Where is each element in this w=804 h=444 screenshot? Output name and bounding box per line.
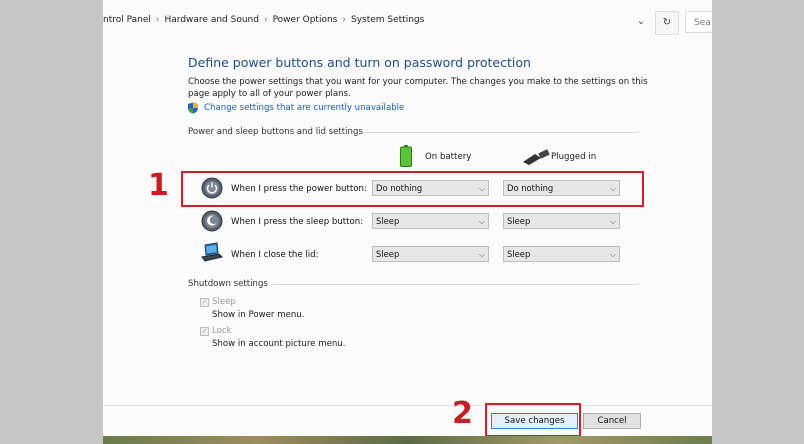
close-lid-plugged-in-select[interactable]: Sleep ⌵ xyxy=(503,246,620,262)
breadcrumb-separator-icon: › xyxy=(263,15,268,25)
control-panel-window: ntrol Panel › Hardware and Sound › Power Opt… xyxy=(103,0,712,436)
select-value: Sleep xyxy=(376,249,400,259)
select-value: Sleep xyxy=(507,216,531,226)
laptop-lid-icon xyxy=(201,242,223,262)
highlight-save-button xyxy=(485,403,581,437)
section-title-shutdown: Shutdown settings xyxy=(188,279,268,289)
section-divider xyxy=(365,132,638,133)
search-input[interactable]: Sea xyxy=(685,11,712,33)
chevron-down-icon: ⌵ xyxy=(609,217,616,226)
select-value: Sleep xyxy=(376,216,400,226)
chevron-down-icon: ⌵ xyxy=(478,217,485,226)
desktop-wallpaper-strip xyxy=(103,436,712,444)
row-label-close-lid: When I close the lid: xyxy=(231,250,319,260)
step-number-1: 1 xyxy=(148,168,169,203)
lock-checkbox[interactable]: ✓ xyxy=(200,327,209,336)
change-settings-link[interactable]: Change settings that are currently unava… xyxy=(204,103,404,113)
battery-icon xyxy=(400,145,412,167)
chevron-down-icon: ⌵ xyxy=(609,250,616,259)
row-label-sleep-button: When I press the sleep button: xyxy=(231,217,364,227)
refresh-icon[interactable]: ↻ xyxy=(655,11,679,35)
cancel-button[interactable]: Cancel xyxy=(583,413,641,429)
dropdown-chevron-icon[interactable]: ⌄ xyxy=(630,11,652,33)
background-right xyxy=(712,0,804,444)
breadcrumb-separator-icon: › xyxy=(342,15,346,25)
highlight-power-button-row xyxy=(181,171,644,207)
breadcrumb-item-power-options[interactable]: Power Options xyxy=(273,15,338,25)
close-lid-on-battery-select[interactable]: Sleep ⌵ xyxy=(372,246,489,262)
section-divider xyxy=(273,284,638,285)
sleep-button-icon xyxy=(201,210,223,232)
breadcrumb-item-control-panel[interactable]: ntrol Panel xyxy=(103,15,151,25)
column-header-on-battery: On battery xyxy=(425,152,472,162)
lock-checkbox-label: Lock xyxy=(212,326,232,336)
breadcrumb-item-hardware-and-sound[interactable]: Hardware and Sound xyxy=(165,15,259,25)
column-header-plugged-in: Plugged in xyxy=(551,152,597,162)
sleep-checkbox-label: Sleep xyxy=(212,297,236,307)
sleep-checkbox[interactable]: ✓ xyxy=(200,298,209,307)
breadcrumb-separator-icon: › xyxy=(155,15,160,25)
sleep-button-plugged-in-select[interactable]: Sleep ⌵ xyxy=(503,213,620,229)
footer-divider xyxy=(103,405,712,406)
search-placeholder: Sea xyxy=(694,18,711,28)
step-number-2: 2 xyxy=(452,396,473,431)
lock-checkbox-description: Show in account picture menu. xyxy=(212,339,346,349)
sleep-checkbox-description: Show in Power menu. xyxy=(212,310,305,320)
page-title: Define power buttons and turn on passwor… xyxy=(188,55,531,70)
chevron-down-icon: ⌵ xyxy=(478,250,485,259)
select-value: Sleep xyxy=(507,249,531,259)
background-left xyxy=(0,0,103,444)
breadcrumb: ntrol Panel › Hardware and Sound › Power Opt… xyxy=(103,15,424,25)
breadcrumb-item-system-settings[interactable]: System Settings xyxy=(351,15,424,25)
main-content: Define power buttons and turn on passwor… xyxy=(103,42,712,436)
section-title-buttons-lid: Power and sleep buttons and lid settings xyxy=(188,127,363,137)
plug-icon xyxy=(523,149,550,165)
address-bar: ntrol Panel › Hardware and Sound › Power Opt… xyxy=(103,0,712,42)
page-description: Choose the power settings that you want … xyxy=(188,77,648,99)
uac-shield-icon xyxy=(188,102,198,114)
sleep-button-on-battery-select[interactable]: Sleep ⌵ xyxy=(372,213,489,229)
